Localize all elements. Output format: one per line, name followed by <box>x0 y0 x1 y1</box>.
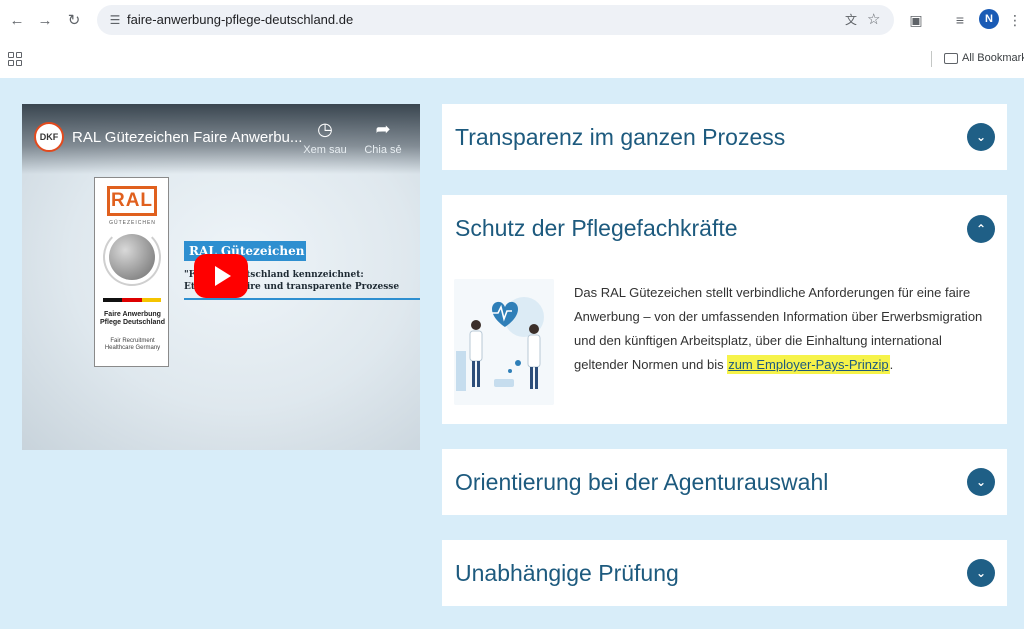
back-icon[interactable]: ← <box>6 9 28 31</box>
accordion-title[interactable]: Transparenz im ganzen Prozess <box>455 124 785 151</box>
apps-grid-icon[interactable] <box>8 52 22 66</box>
bookmarks-divider <box>931 51 932 67</box>
german-flag-bar <box>103 298 161 302</box>
nurses-illustration-svg <box>454 279 554 405</box>
share-arrow-icon: ➦ <box>375 119 391 139</box>
accordion-item-transparenz[interactable]: Transparenz im ganzen Prozess ⌄ <box>442 104 1007 170</box>
translate-icon[interactable]: 文 <box>843 12 859 28</box>
media-control-icon[interactable]: ≡ <box>949 9 971 31</box>
share-label: Chia sẻ <box>364 144 402 156</box>
nurses-illustration <box>454 279 554 405</box>
bookmarks-bar: All Bookmarks <box>0 40 1024 78</box>
address-bar[interactable]: ☰ faire-anwerbung-pflege-deutschland.de … <box>97 5 894 35</box>
accordion-item-schutz[interactable]: Schutz der Pflegefachkräfte ⌃ Das RAL Gü… <box>442 195 1007 424</box>
youtube-video-embed[interactable]: DKF RAL Gütezeichen Faire Anwerbu... ◷ X… <box>22 104 420 450</box>
accordion-body-tail: . <box>889 357 894 372</box>
slide-underline <box>184 298 420 300</box>
accordion-title[interactable]: Orientierung bei der Agenturauswahl <box>455 469 828 496</box>
watch-later-button[interactable]: ◷ Xem sau <box>298 118 352 156</box>
ral-card-text-de: Faire Anwerbung Pflege Deutschland <box>100 311 165 326</box>
accordion-item-pruefung[interactable]: Unabhängige Prüfung ⌄ <box>442 540 1007 606</box>
globe-icon <box>109 234 155 280</box>
forward-icon[interactable]: → <box>34 9 56 31</box>
share-button[interactable]: ➦ Chia sẻ <box>356 118 410 156</box>
employer-pays-link[interactable]: zum Employer-Pays-Prinzip <box>727 355 890 374</box>
clock-icon: ◷ <box>317 119 333 139</box>
browser-toolbar: ← → ↻ ☰ faire-anwerbung-pflege-deutschla… <box>0 0 1024 40</box>
ral-logo-subtitle: GÜTEZEICHEN <box>109 220 156 226</box>
menu-kebab-icon[interactable]: ⋮ <box>1004 9 1024 31</box>
chevron-down-icon[interactable]: ⌄ <box>967 468 995 496</box>
bookmark-star-icon[interactable]: ☆ <box>867 10 880 28</box>
watch-later-label: Xem sau <box>303 144 347 156</box>
site-info-icon[interactable]: ☰ <box>107 12 123 28</box>
extensions-icon[interactable]: ▣ <box>905 9 927 31</box>
ral-logo: RAL <box>107 186 157 216</box>
url-text[interactable]: faire-anwerbung-pflege-deutschland.de <box>127 12 353 27</box>
chevron-down-icon[interactable]: ⌄ <box>967 123 995 151</box>
chevron-up-icon[interactable]: ⌃ <box>967 215 995 243</box>
chevron-down-icon[interactable]: ⌄ <box>967 559 995 587</box>
folder-icon[interactable] <box>944 53 958 64</box>
page-content: DKF RAL Gütezeichen Faire Anwerbu... ◷ X… <box>0 78 1024 629</box>
accordion-title[interactable]: Unabhängige Prüfung <box>455 560 679 587</box>
accordion-body-text: Das RAL Gütezeichen stellt verbindliche … <box>574 281 984 377</box>
youtube-play-button[interactable] <box>194 254 248 298</box>
profile-avatar[interactable]: N <box>979 9 999 29</box>
ral-certificate-card: RAL GÜTEZEICHEN Faire Anwerbung Pflege D… <box>94 177 169 367</box>
all-bookmarks-link[interactable]: All Bookmarks <box>962 52 1024 64</box>
accordion-title[interactable]: Schutz der Pflegefachkräfte <box>455 215 738 242</box>
channel-logo[interactable]: DKF <box>34 122 64 152</box>
ral-card-text-en: Fair Recruitment Healthcare Germany <box>104 338 161 351</box>
reload-icon[interactable]: ↻ <box>63 9 85 31</box>
video-title[interactable]: RAL Gütezeichen Faire Anwerbu... <box>72 129 302 146</box>
accordion-item-orientierung[interactable]: Orientierung bei der Agenturauswahl ⌄ <box>442 449 1007 515</box>
